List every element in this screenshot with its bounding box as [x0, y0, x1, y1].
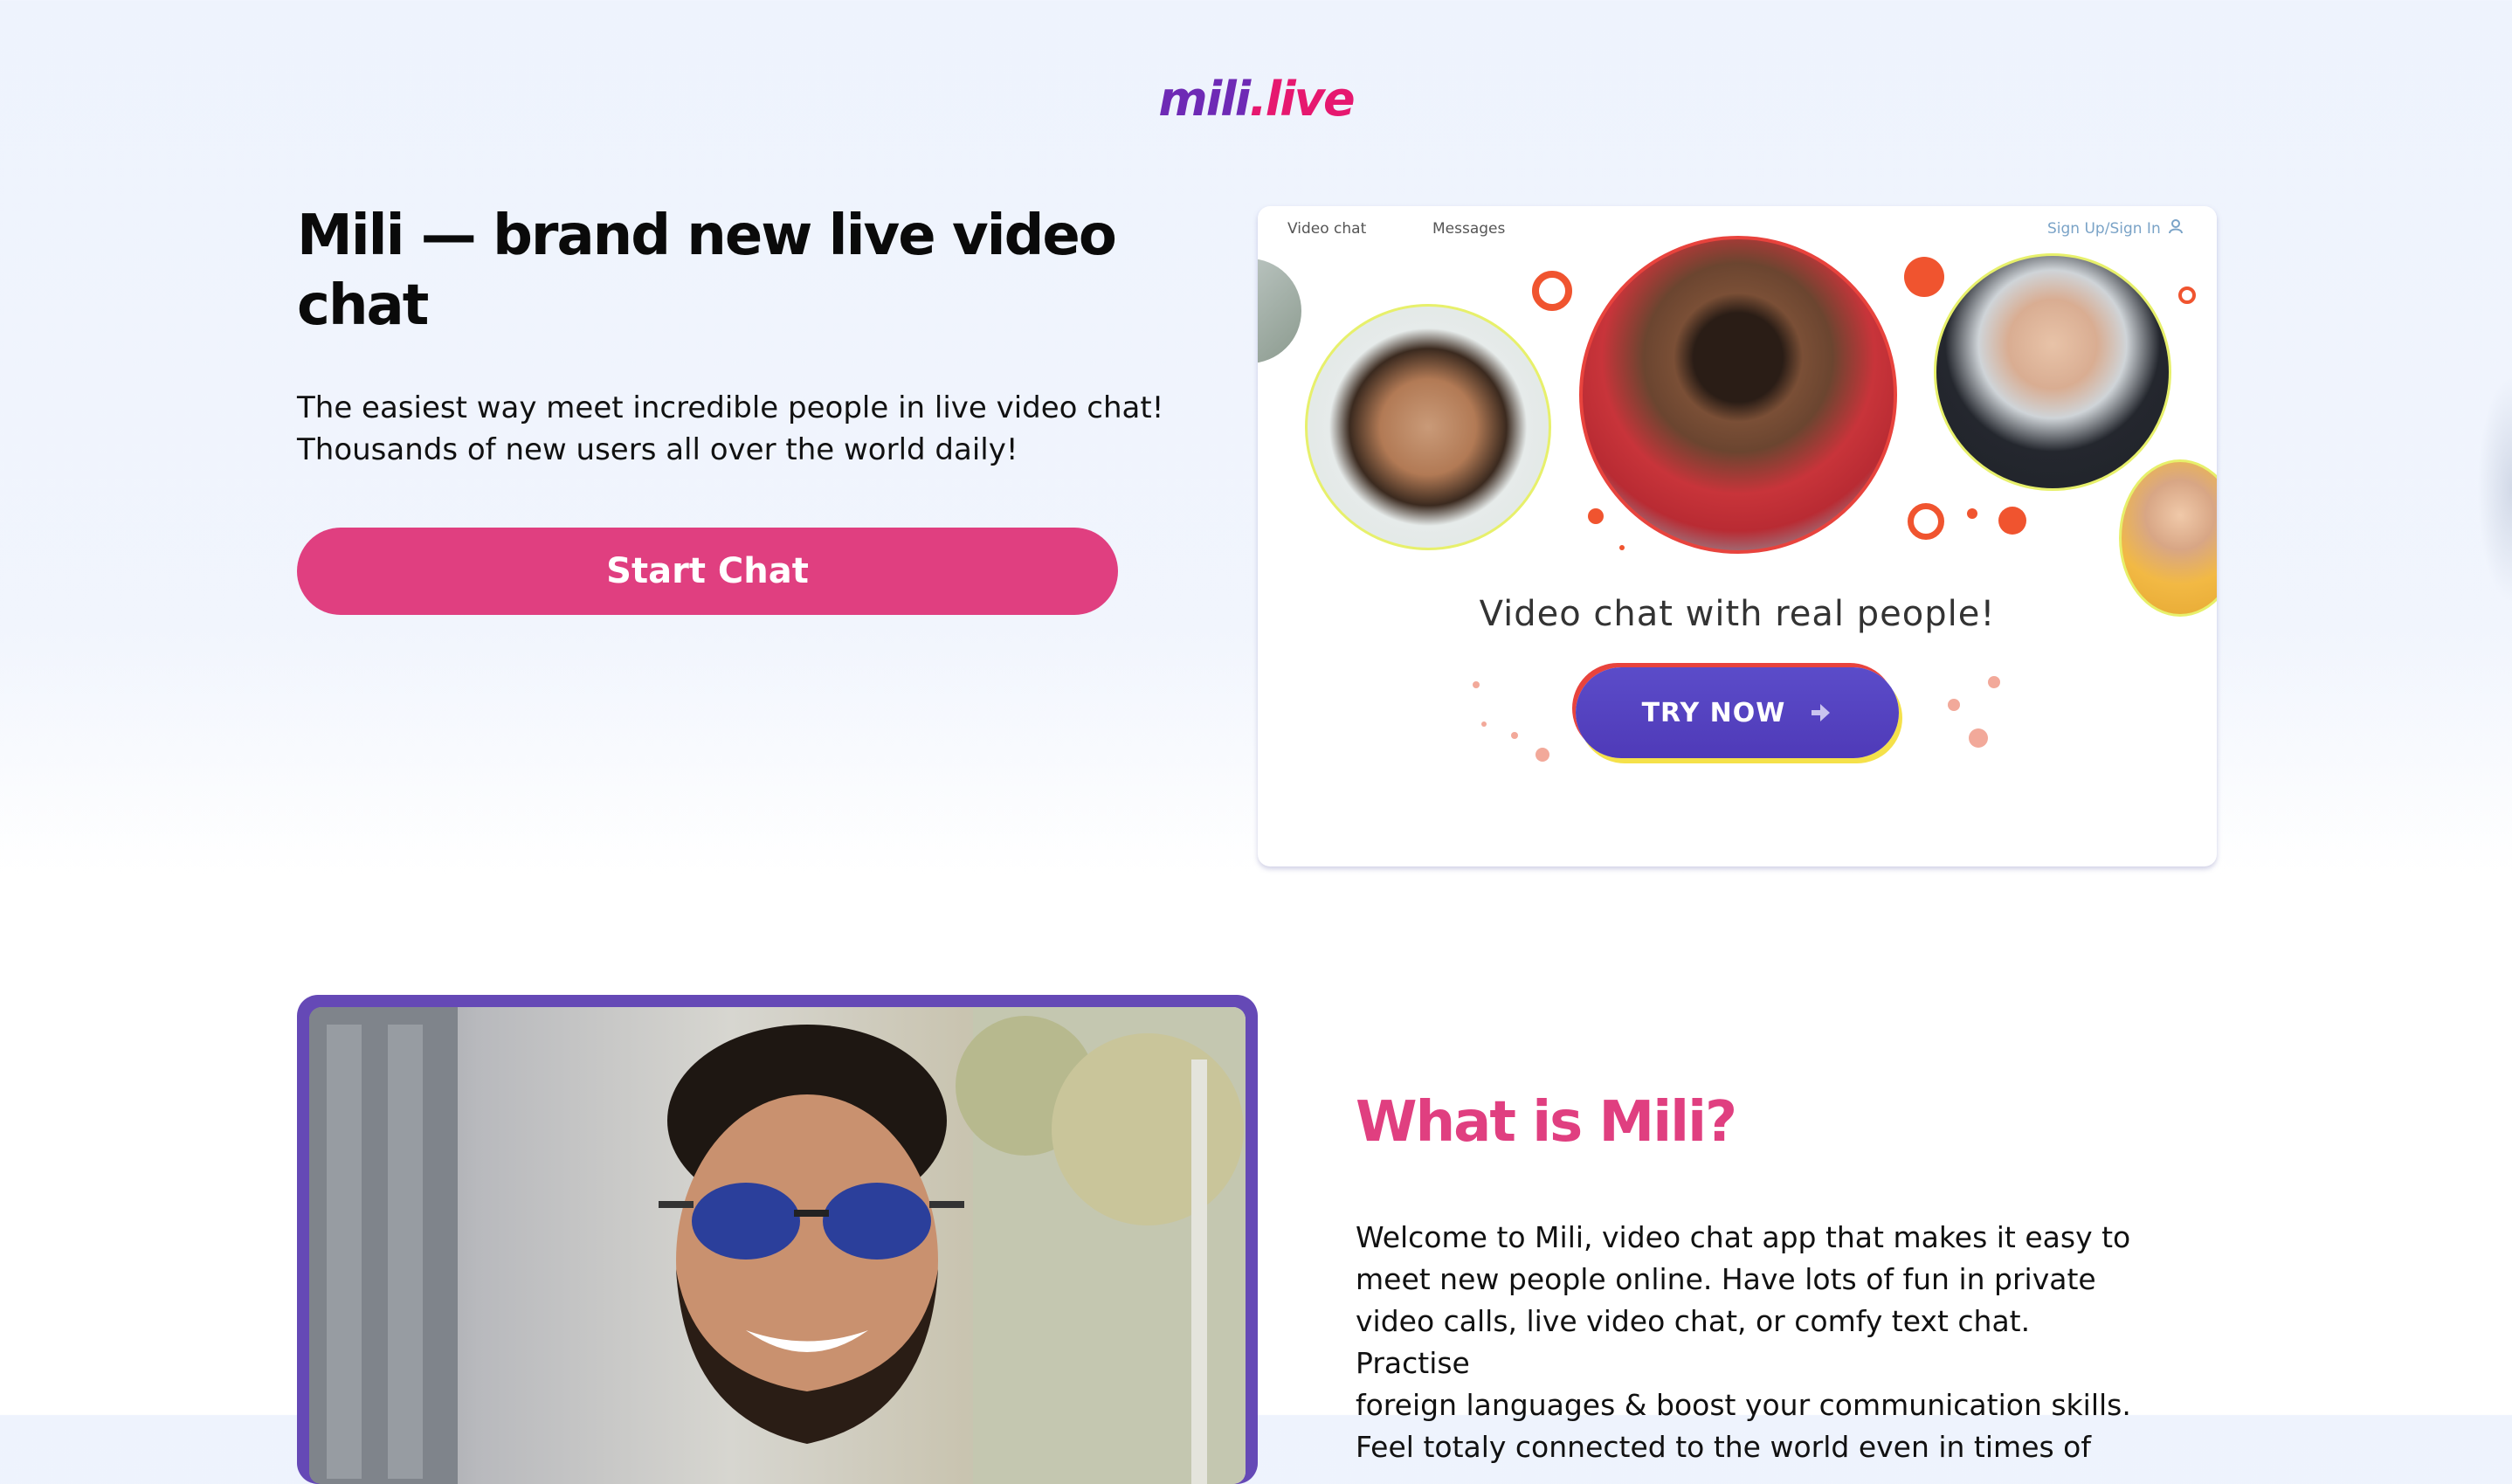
- decor-dot: [1948, 699, 1960, 711]
- avatar-partial-left: [1258, 259, 1301, 363]
- promo-nav-video-chat[interactable]: Video chat: [1287, 220, 1366, 238]
- avatar-woman: [1305, 304, 1551, 550]
- promo-nav-sign-in[interactable]: Sign Up/Sign In: [2047, 220, 2161, 238]
- decor-dot: [1988, 676, 2000, 688]
- hero-subtitle-line2: Thousands of new users all over the worl…: [297, 432, 1018, 467]
- about-text-line: foreign languages & boost your communica…: [1356, 1388, 2131, 1422]
- logo-part-mili: mili: [1158, 72, 1251, 127]
- decor-dot: [1969, 728, 1988, 748]
- hero-subtitle: The easiest way meet incredible people i…: [297, 387, 1170, 471]
- scroll-edge-shadow: [2477, 376, 2512, 603]
- decor-dot: [1511, 732, 1518, 739]
- start-chat-button[interactable]: Start Chat: [297, 528, 1118, 615]
- decor-dot: [1481, 721, 1487, 727]
- about-text-line: Feel totaly connected to the world even …: [1356, 1430, 2091, 1464]
- user-icon: [2169, 219, 2183, 234]
- avatar-man-glasses: [1934, 253, 2171, 491]
- arrow-right-icon: [1812, 704, 1831, 721]
- about-text: Welcome to Mili, video chat app that mak…: [1356, 1217, 2142, 1468]
- feature-photo-frame: [297, 995, 1258, 1484]
- about-text-line: video calls, live video chat, or comfy t…: [1356, 1304, 2031, 1380]
- decor-dot: [1998, 507, 2026, 535]
- try-now-button[interactable]: TRY NOW: [1576, 667, 1899, 758]
- about-text-line: meet new people online. Have lots of fun…: [1356, 1262, 2096, 1296]
- decor-ring: [1908, 503, 1944, 540]
- decor-dot: [2178, 286, 2196, 304]
- promo-heading: Video chat with real people!: [1479, 594, 1996, 634]
- avatar-young-man: [1579, 236, 1897, 554]
- try-now-label: TRY NOW: [1641, 697, 1786, 728]
- hero-subtitle-line1: The easiest way meet incredible people i…: [297, 390, 1164, 425]
- decor-dot: [1967, 508, 1977, 519]
- feature-photo: [309, 1007, 1246, 1484]
- smiling-man-image: [309, 1007, 1246, 1484]
- decor-dot: [1473, 681, 1480, 688]
- about-title: What is Mili?: [1356, 1090, 1737, 1155]
- site-logo[interactable]: mili.live: [0, 72, 2512, 127]
- decor-dot: [1619, 545, 1625, 550]
- decor-dot: [1904, 257, 1944, 297]
- decor-ring: [1532, 271, 1572, 311]
- logo-part-live: .live: [1249, 72, 1355, 127]
- decor-dot: [1588, 508, 1604, 524]
- promo-nav-messages[interactable]: Messages: [1432, 220, 1505, 238]
- decor-dot: [1535, 748, 1549, 762]
- promo-card: Video chat Messages Sign Up/Sign In Vide…: [1258, 206, 2217, 866]
- about-text-line: Welcome to Mili, video chat app that mak…: [1356, 1220, 2131, 1254]
- avatar-woman-headphones: [2119, 459, 2217, 617]
- hero-title: Mili — brand new live video chat: [297, 204, 1117, 338]
